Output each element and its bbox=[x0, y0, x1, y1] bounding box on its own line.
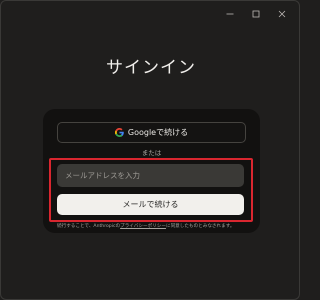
window-controls bbox=[217, 5, 295, 23]
privacy-notice: 続行することで、Anthropicのプライバシーポリシーに同意したものとみなされ… bbox=[57, 223, 257, 229]
signin-card: Googleで続ける または メールで続ける bbox=[43, 109, 260, 233]
privacy-suffix: に同意したものとみなされます。 bbox=[165, 224, 235, 229]
google-signin-button[interactable]: Googleで続ける bbox=[57, 122, 246, 143]
continue-button-label: メールで続ける bbox=[122, 200, 179, 209]
maximize-icon[interactable] bbox=[243, 5, 269, 23]
google-button-label: Googleで続ける bbox=[127, 128, 189, 137]
privacy-prefix: 続行することで、Anthropicの bbox=[57, 224, 121, 229]
email-field[interactable] bbox=[57, 164, 244, 187]
privacy-policy-link[interactable]: プライバシーポリシー bbox=[120, 224, 166, 229]
app-window: サインイン Googleで続ける または メールで続ける 続行することで、Ant… bbox=[0, 0, 300, 300]
google-icon bbox=[114, 128, 124, 137]
continue-with-email-button[interactable]: メールで続ける bbox=[57, 194, 244, 215]
page-title: サインイン bbox=[106, 58, 196, 78]
or-divider: または bbox=[141, 149, 162, 157]
minimize-icon[interactable] bbox=[217, 5, 243, 23]
close-icon[interactable] bbox=[269, 5, 295, 23]
